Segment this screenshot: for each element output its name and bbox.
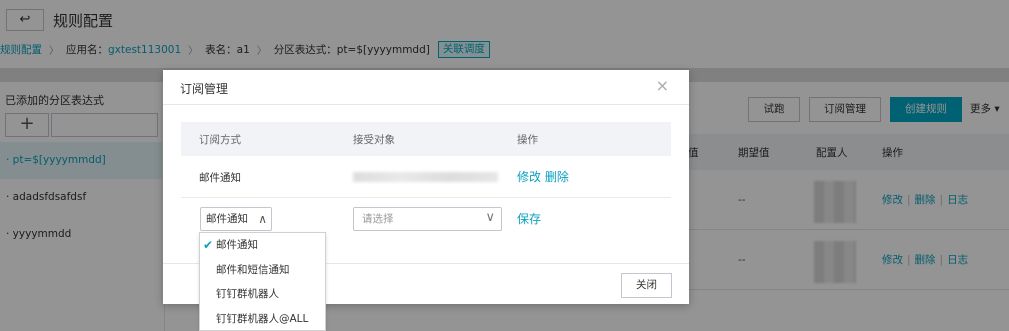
dropdown-option-label: 钉钉群机器人 [216, 288, 279, 300]
dropdown-option[interactable]: 钉钉群机器人@ALL [200, 307, 325, 331]
column-header: 操作 [517, 134, 538, 146]
subscription-row: 邮件通知 修改 删除 [181, 156, 671, 198]
target-select[interactable]: 请选择 ∨ [353, 207, 502, 231]
modal-divider [163, 104, 689, 105]
chevron-down-icon: ∨ [485, 210, 495, 225]
check-icon: ✔ [203, 238, 214, 252]
dropdown-option-label: 邮件和短信通知 [216, 263, 290, 276]
chevron-up-icon: ∧ [258, 212, 267, 226]
method-dropdown: ✔ 邮件通知 邮件和短信通知 钉钉群机器人 钉钉群机器人@ALL [199, 232, 326, 331]
target-select-placeholder: 请选择 [362, 213, 394, 225]
close-icon[interactable]: × [656, 76, 669, 95]
dropdown-option-label: 邮件通知 [216, 239, 258, 251]
dropdown-option-label: 钉钉群机器人@ALL [216, 312, 309, 325]
subscription-table-header: 订阅方式 接受对象 操作 [181, 122, 671, 156]
method-select-value: 邮件通知 [206, 213, 248, 225]
dropdown-option[interactable]: 邮件和短信通知 [200, 258, 325, 283]
modal-title: 订阅管理 [180, 82, 229, 96]
column-header: 接受对象 [353, 134, 395, 146]
redacted-recipient [353, 172, 498, 182]
close-button[interactable]: 关闭 [621, 273, 672, 298]
subscription-method: 邮件通知 [199, 172, 241, 184]
save-link[interactable]: 保存 [517, 210, 541, 227]
dropdown-option[interactable]: 钉钉群机器人 [200, 282, 325, 307]
column-header: 订阅方式 [199, 134, 241, 146]
method-select[interactable]: 邮件通知 ∧ [200, 207, 272, 231]
edit-delete-links[interactable]: 修改 删除 [517, 168, 569, 185]
dropdown-option[interactable]: ✔ 邮件通知 [200, 233, 325, 258]
